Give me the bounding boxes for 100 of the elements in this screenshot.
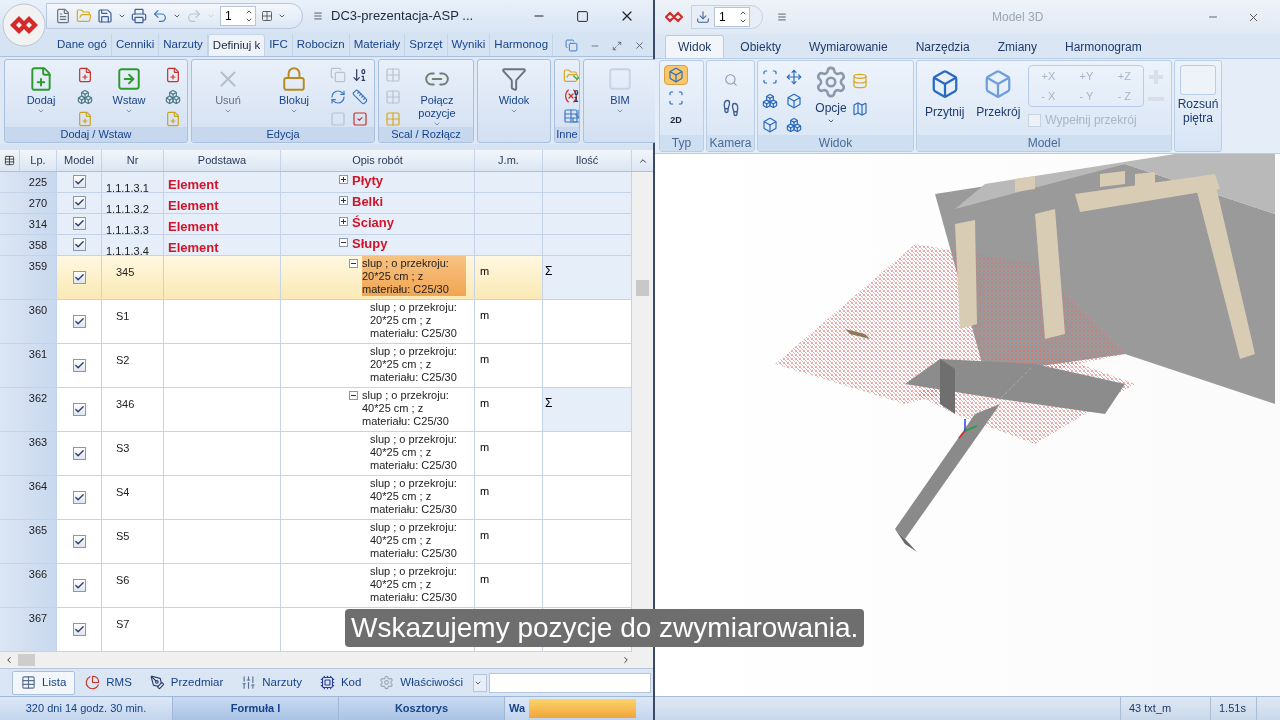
maximize-icon[interactable] — [576, 9, 589, 23]
ribbon-button[interactable]: Blokuj — [262, 64, 326, 115]
row-header[interactable]: 361 — [0, 344, 57, 388]
row-header[interactable]: 362 — [0, 388, 57, 432]
model-button[interactable]: Przekrój — [972, 65, 1025, 121]
table-row[interactable]: 362 346 slup ; o przekroju: 40*25 cm ; z materiału: C25/30 m Σ — [0, 388, 632, 432]
table-row[interactable]: 363 S3 slup ; o przekroju: 40*25 cm ; z materiału: C25/30 m — [0, 432, 632, 476]
row-header[interactable]: 358 — [0, 235, 57, 256]
row-header[interactable]: 270 — [0, 193, 57, 214]
table-row[interactable]: 358 1.1.1.3.4 Element Słupy — [0, 235, 632, 256]
model-checkbox[interactable] — [72, 535, 86, 548]
ribbon-button[interactable]: Połącz pozycje — [405, 64, 469, 127]
row-header[interactable]: 367 — [0, 608, 57, 652]
bottom-tab[interactable]: Przedmiar — [141, 670, 232, 695]
view-mode-button[interactable]: 2D — [664, 111, 688, 131]
page-spinner[interactable]: 1 — [714, 7, 750, 27]
model-checkbox[interactable] — [72, 491, 86, 504]
row-header[interactable]: 365 — [0, 520, 57, 564]
customize-icon[interactable] — [313, 11, 323, 21]
options-button[interactable]: Opcje — [814, 65, 848, 125]
view-mode-button[interactable] — [664, 65, 688, 85]
camera-view-icon[interactable] — [762, 93, 778, 109]
ribbon-tab[interactable]: Harmonogram — [1053, 35, 1154, 58]
column-header[interactable]: J.m. — [475, 150, 543, 171]
table-row[interactable]: 270 1.1.1.3.2 Element Belki — [0, 193, 632, 214]
up-icon[interactable] — [739, 9, 747, 17]
ribbon-button[interactable]: BIM — [588, 64, 652, 115]
model-checkbox[interactable] — [72, 217, 86, 230]
row-header[interactable]: 363 — [0, 432, 57, 476]
zoom-icon[interactable] — [723, 73, 738, 87]
status-panel[interactable]: Formuła I — [172, 697, 338, 720]
row-header[interactable]: 359 — [0, 256, 57, 300]
print-icon[interactable] — [131, 8, 147, 24]
column-header[interactable]: Model — [57, 150, 102, 171]
ribbon-button[interactable]: Widok — [482, 64, 546, 115]
windows-icon[interactable] — [565, 39, 578, 52]
ruler-icon[interactable] — [352, 89, 368, 105]
bottom-tab[interactable]: Właściwości — [371, 670, 471, 695]
ribbon-tab[interactable]: Widok — [665, 35, 725, 58]
footprints-icon[interactable] — [721, 99, 740, 117]
column-chooser-icon[interactable] — [4, 155, 15, 166]
refresh-icon[interactable] — [330, 89, 346, 105]
ribbon-tab[interactable]: Zmiany — [985, 35, 1049, 58]
grid-icon[interactable] — [261, 10, 273, 22]
scroll-right-icon[interactable] — [621, 655, 631, 665]
model-checkbox[interactable] — [72, 623, 86, 636]
collapse-icon[interactable] — [349, 391, 358, 400]
table-row[interactable]: 364 S4 slup ; o przekroju: 40*25 cm ; z materiału: C25/30 m — [0, 476, 632, 520]
model-checkbox[interactable] — [72, 447, 86, 460]
table-row[interactable]: 361 S2 slup ; o przekroju: 20*25 cm ; z materiału: C25/30 m — [0, 344, 632, 388]
toolbar-icon[interactable] — [696, 10, 710, 24]
restore-icon[interactable] — [612, 40, 622, 51]
save-icon[interactable] — [97, 8, 113, 24]
table-row[interactable]: 366 S6 slup ; o przekroju: 40*25 cm ; z materiału: C25/30 m — [0, 564, 632, 608]
ribbon-button[interactable]: Dodaj — [9, 64, 73, 115]
ribbon-tab[interactable]: Narzędzia — [903, 35, 982, 58]
row-header[interactable]: 314 — [0, 214, 57, 235]
model-checkbox[interactable] — [72, 196, 86, 209]
column-header[interactable]: Podstawa — [164, 150, 281, 171]
ribbon-tab[interactable]: Obiekty — [728, 35, 794, 58]
column-header[interactable]: Nr — [102, 150, 164, 171]
camera-view-icon[interactable] — [786, 69, 802, 85]
row-header[interactable]: 225 — [0, 172, 57, 193]
row-header[interactable]: 366 — [0, 564, 57, 608]
camera-view-icon[interactable] — [762, 69, 778, 85]
sort-icon[interactable] — [352, 67, 368, 83]
scroll-thumb[interactable] — [18, 654, 35, 666]
model-checkbox[interactable] — [72, 403, 86, 416]
column-header[interactable]: Ilość — [543, 150, 632, 171]
model-button[interactable]: Przytnij — [921, 65, 969, 121]
status-panel[interactable]: Kosztorys — [338, 697, 504, 720]
model-checkbox[interactable] — [72, 271, 86, 284]
app-logo[interactable] — [2, 3, 46, 47]
ribbon-tab[interactable]: Definiuj k — [207, 34, 266, 56]
up-icon[interactable] — [245, 8, 253, 16]
scroll-left-icon[interactable] — [4, 655, 14, 665]
ribbon-button[interactable]: Wstaw — [97, 64, 161, 115]
blocks-icon[interactable] — [165, 89, 181, 105]
scroll-thumb[interactable] — [636, 280, 649, 296]
down-icon[interactable] — [739, 17, 747, 25]
camera-view-icon[interactable] — [786, 117, 802, 133]
caret-icon[interactable] — [278, 12, 286, 20]
variable-icon[interactable] — [563, 88, 579, 104]
caret-icon[interactable] — [118, 12, 126, 20]
blocks-icon[interactable] — [77, 89, 93, 105]
camera-view-icon[interactable] — [762, 117, 778, 133]
expand-icon[interactable] — [339, 217, 348, 226]
document-add-icon[interactable] — [165, 67, 181, 83]
horizontal-scrollbar[interactable] — [0, 652, 653, 668]
table-row[interactable]: 359 345 slup ; o przekroju: 20*25 cm ; z materiału: C25/30 m Σ — [0, 256, 632, 300]
collapse-icon[interactable] — [339, 238, 348, 247]
model-checkbox[interactable] — [72, 579, 86, 592]
spread-floors-button[interactable]: Rozsuń piętra — [1179, 65, 1217, 125]
caret-icon[interactable] — [173, 12, 181, 20]
map-icon[interactable] — [852, 101, 868, 117]
table-row[interactable]: 365 S5 slup ; o przekroju: 40*25 cm ; z materiału: C25/30 m — [0, 520, 632, 564]
bottom-tab[interactable]: Narzuty — [233, 670, 310, 695]
model-checkbox[interactable] — [72, 238, 86, 251]
bottom-tab[interactable]: Kod — [311, 670, 370, 695]
camera-view-icon[interactable] — [786, 93, 802, 109]
